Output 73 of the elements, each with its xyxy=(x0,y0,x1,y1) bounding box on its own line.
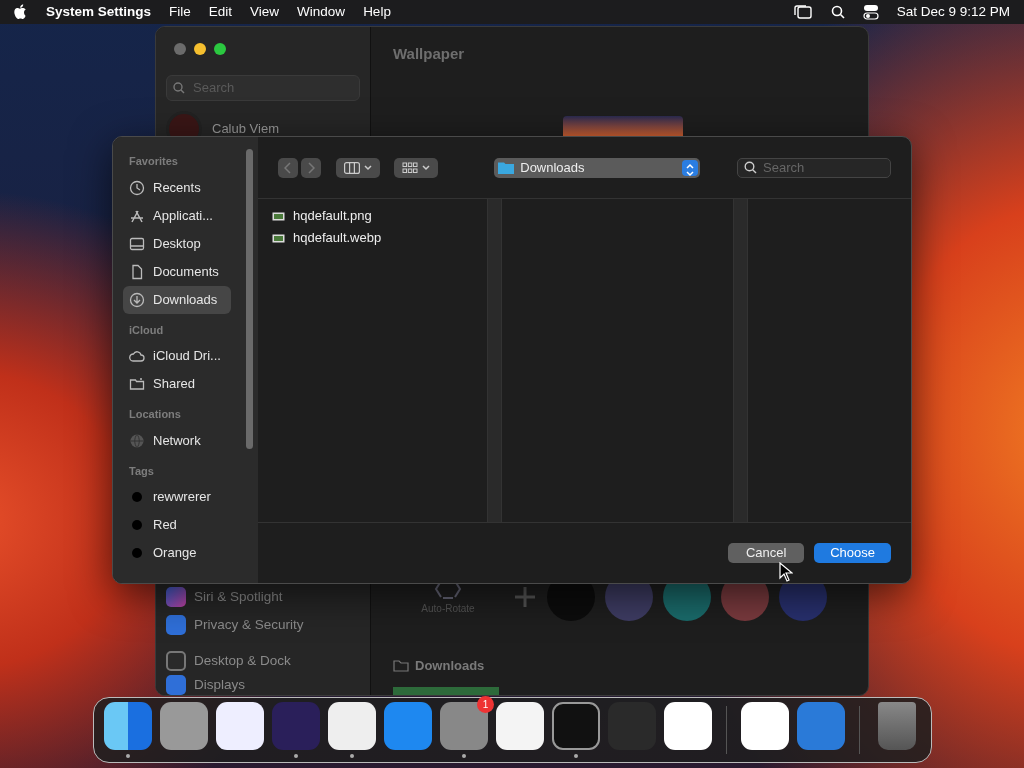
sidebar-item[interactable]: iCloud Dri... xyxy=(123,342,231,370)
sidebar-item[interactable]: Recents xyxy=(123,173,231,202)
location-popup[interactable]: Downloads xyxy=(494,157,701,178)
image-file-icon xyxy=(272,211,285,221)
caret-icon xyxy=(422,164,431,171)
globe-icon xyxy=(129,432,145,449)
notification-count: 1 xyxy=(477,696,494,713)
grid-icon xyxy=(402,161,419,174)
clock[interactable]: Sat Dec 9 9:12 PM xyxy=(896,1,1010,23)
folder-icon xyxy=(393,658,409,672)
menu-item[interactable]: Edit xyxy=(208,1,233,23)
folder-label: Downloads xyxy=(415,656,485,675)
menu-item[interactable]: View xyxy=(250,1,280,23)
image-file-icon xyxy=(272,233,285,243)
sidebar-item[interactable]: Red xyxy=(123,511,231,539)
account-name[interactable]: Calub Viem xyxy=(212,119,279,139)
search-input[interactable]: Search xyxy=(761,156,884,179)
app-menu[interactable]: System Settings xyxy=(46,1,152,23)
section-heading: Tags xyxy=(129,463,155,479)
listing-row[interactable]: hqdefault.png xyxy=(272,207,473,225)
back-button[interactable] xyxy=(278,157,298,178)
group-button[interactable] xyxy=(394,157,439,178)
stepper-icon xyxy=(682,159,699,176)
section-heading: Favorites xyxy=(129,154,179,169)
caret-icon xyxy=(363,164,372,171)
windows-icon[interactable] xyxy=(792,4,813,20)
sidebar-item[interactable]: Desktop xyxy=(123,229,231,258)
search-field[interactable]: Search xyxy=(737,157,891,178)
zoom-button[interactable] xyxy=(214,43,226,55)
menu-item[interactable]: File xyxy=(169,1,191,23)
apple-icon[interactable] xyxy=(14,4,28,20)
document-icon xyxy=(129,263,145,280)
forward-button[interactable] xyxy=(301,157,322,178)
folder-icon xyxy=(129,376,145,392)
folder-icon xyxy=(498,161,515,174)
cloud-icon xyxy=(129,348,145,364)
sidebar-item[interactable]: Network xyxy=(123,426,231,455)
sidebar-item[interactable]: Desktop & Dock xyxy=(166,647,360,675)
trash-icon[interactable] xyxy=(878,702,917,750)
tag-dot-icon xyxy=(129,545,145,561)
cancel-button[interactable]: Cancel xyxy=(728,543,805,563)
sidebar-item[interactable]: Documents xyxy=(123,257,231,286)
search-icon xyxy=(744,161,757,174)
pointer-icon xyxy=(779,562,793,582)
sidebar-item[interactable]: Displays xyxy=(166,675,360,695)
menu-item[interactable]: Window xyxy=(297,1,346,23)
choose-button[interactable]: Choose xyxy=(814,543,891,563)
section-heading: Locations xyxy=(129,407,182,422)
columns-icon xyxy=(343,161,360,174)
sidebar-item[interactable]: Downloads xyxy=(123,285,231,314)
tag-dot-icon xyxy=(129,489,145,505)
search-icon xyxy=(173,82,185,94)
menu-item[interactable]: Help xyxy=(363,1,391,23)
sidebar-item[interactable]: rewwrerer xyxy=(123,483,231,511)
chevron-right-icon xyxy=(307,161,316,174)
close-button[interactable] xyxy=(174,43,186,55)
sidebar-item[interactable]: Privacy & Security xyxy=(166,611,360,639)
listing-row[interactable]: hqdefault.webp xyxy=(272,229,473,247)
toggle-icon[interactable] xyxy=(862,4,879,20)
sidebar-item[interactable]: Shared xyxy=(123,370,231,398)
sidebar-item[interactable]: Applicati... xyxy=(123,201,231,230)
chevron-left-icon xyxy=(284,161,292,174)
window-title: Wallpaper xyxy=(393,44,466,64)
clock-icon xyxy=(129,179,145,196)
sidebar-item[interactable]: Orange xyxy=(123,539,231,567)
tag-dot-icon xyxy=(129,517,145,533)
download-icon xyxy=(129,291,145,308)
monitor-icon xyxy=(129,235,145,252)
view-mode-button[interactable] xyxy=(335,157,380,178)
minimize-button[interactable] xyxy=(194,43,206,55)
scrollbar[interactable] xyxy=(246,149,253,449)
section-heading: iCloud xyxy=(129,322,165,338)
search-icon[interactable] xyxy=(830,5,845,19)
